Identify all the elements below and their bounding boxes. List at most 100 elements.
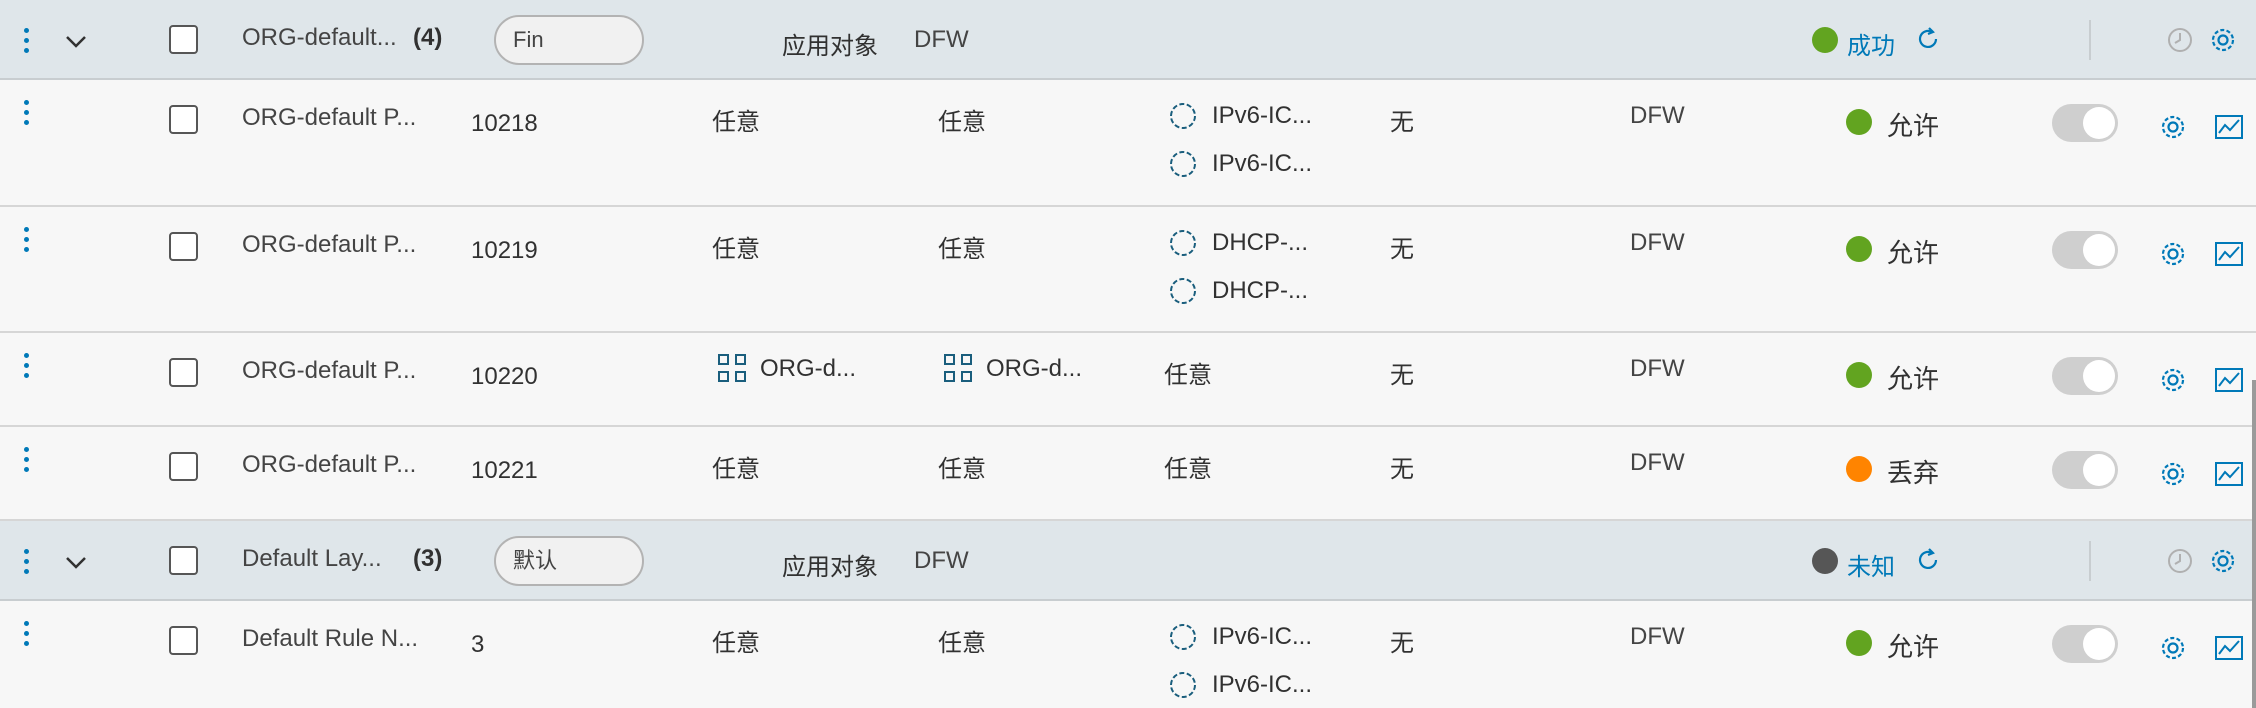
- action-dot: [1846, 362, 1872, 388]
- kebab-menu-icon[interactable]: [24, 549, 30, 579]
- rule-destinations[interactable]: 任意: [938, 229, 986, 264]
- section-rule-count: (4): [413, 24, 443, 51]
- rule-enable-toggle[interactable]: [2052, 357, 2118, 395]
- rule-name[interactable]: ORG-default P...: [242, 231, 416, 259]
- rule-id: 10221: [471, 457, 538, 484]
- rule-service[interactable]: IPv6-IC...: [1212, 102, 1312, 130]
- gear-icon[interactable]: [2158, 459, 2188, 489]
- rule-action[interactable]: 丢弃: [1887, 453, 1939, 490]
- rule-context-profile: 无: [1390, 456, 1414, 483]
- rule-name[interactable]: Default Rule N...: [242, 625, 418, 653]
- status-text[interactable]: 成功: [1847, 26, 1895, 61]
- chart-icon[interactable]: [2214, 634, 2244, 662]
- chevron-down-icon[interactable]: [62, 27, 90, 55]
- gear-icon[interactable]: [2158, 239, 2188, 269]
- status-dot: [1812, 548, 1838, 574]
- kebab-menu-icon[interactable]: [24, 100, 30, 130]
- rule-row[interactable]: ORG-default P... 10218 任意 任意 IPv6-IC... …: [0, 80, 2256, 207]
- vertical-scrollbar[interactable]: [2252, 380, 2256, 708]
- chevron-down-icon[interactable]: [62, 548, 90, 576]
- rule-service[interactable]: IPv6-IC...: [1212, 671, 1312, 699]
- rule-id: 10220: [471, 363, 538, 390]
- rule-enable-toggle[interactable]: [2052, 451, 2118, 489]
- section-name[interactable]: ORG-default...: [242, 24, 397, 52]
- section-checkbox[interactable]: [169, 546, 198, 575]
- action-dot: [1846, 630, 1872, 656]
- rule-action[interactable]: 允许: [1887, 627, 1939, 664]
- rule-service[interactable]: IPv6-IC...: [1212, 150, 1312, 178]
- rule-sources[interactable]: 任意: [712, 229, 760, 264]
- rule-sources[interactable]: ORG-d...: [760, 355, 856, 383]
- section-name[interactable]: Default Lay...: [242, 545, 382, 573]
- rule-service[interactable]: DHCP-...: [1212, 229, 1308, 257]
- rule-destinations[interactable]: 任意: [938, 449, 986, 484]
- rule-destinations[interactable]: 任意: [938, 102, 986, 137]
- group-icon: [944, 354, 972, 382]
- kebab-menu-icon[interactable]: [24, 353, 30, 383]
- rule-sources[interactable]: 任意: [712, 102, 760, 137]
- clock-icon: [2168, 28, 2192, 52]
- rule-destinations[interactable]: ORG-d...: [986, 355, 1082, 383]
- rule-row[interactable]: ORG-default P... 10219 任意 任意 DHCP-... DH…: [0, 207, 2256, 333]
- rule-action[interactable]: 允许: [1887, 359, 1939, 396]
- kebab-menu-icon[interactable]: [24, 621, 30, 651]
- kebab-menu-icon[interactable]: [24, 447, 30, 477]
- chart-icon[interactable]: [2214, 113, 2244, 141]
- rule-service[interactable]: DHCP-...: [1212, 277, 1308, 305]
- refresh-icon[interactable]: [1914, 25, 1942, 53]
- refresh-icon[interactable]: [1914, 546, 1942, 574]
- divider: [2089, 541, 2091, 581]
- gear-icon[interactable]: [2158, 633, 2188, 663]
- rule-name[interactable]: ORG-default P...: [242, 104, 416, 132]
- rule-applied-to: DFW: [1630, 449, 1685, 476]
- rule-context-profile: 无: [1390, 109, 1414, 136]
- service-gear-icon: [1170, 151, 1196, 177]
- rule-checkbox[interactable]: [169, 232, 198, 261]
- policy-section-row[interactable]: Default Lay... (3) 默认 应用对象 DFW 未知: [0, 521, 2256, 601]
- rule-row[interactable]: Default Rule N... 3 任意 任意 IPv6-IC... IPv…: [0, 601, 2256, 708]
- rule-row[interactable]: ORG-default P... 10220 ORG-d... ORG-d...…: [0, 333, 2256, 427]
- applied-to-label: 应用对象: [782, 554, 878, 581]
- rule-checkbox[interactable]: [169, 358, 198, 387]
- section-checkbox[interactable]: [169, 25, 198, 54]
- rule-checkbox[interactable]: [169, 452, 198, 481]
- rule-enable-toggle[interactable]: [2052, 625, 2118, 663]
- gear-icon[interactable]: [2208, 25, 2238, 55]
- status-text[interactable]: 未知: [1847, 547, 1895, 582]
- rule-service[interactable]: IPv6-IC...: [1212, 623, 1312, 651]
- rule-row[interactable]: ORG-default P... 10221 任意 任意 任意 无 DFW 丢弃: [0, 427, 2256, 521]
- rule-checkbox[interactable]: [169, 105, 198, 134]
- kebab-menu-icon[interactable]: [24, 28, 30, 58]
- service-gear-icon: [1170, 103, 1196, 129]
- action-dot: [1846, 109, 1872, 135]
- rule-checkbox[interactable]: [169, 626, 198, 655]
- section-rule-count: (3): [413, 545, 443, 572]
- rule-context-profile: 无: [1390, 630, 1414, 657]
- service-gear-icon: [1170, 672, 1196, 698]
- applied-to-label: 应用对象: [782, 33, 878, 60]
- chart-icon[interactable]: [2214, 240, 2244, 268]
- kebab-menu-icon[interactable]: [24, 227, 30, 257]
- service-gear-icon: [1170, 624, 1196, 650]
- policy-section-row[interactable]: ORG-default... (4) Fin 应用对象 DFW 成功: [0, 0, 2256, 80]
- rule-action[interactable]: 允许: [1887, 233, 1939, 270]
- gear-icon[interactable]: [2158, 365, 2188, 395]
- rule-action[interactable]: 允许: [1887, 106, 1939, 143]
- rule-id: 10218: [471, 110, 538, 137]
- rule-name[interactable]: ORG-default P...: [242, 357, 416, 385]
- rule-name[interactable]: ORG-default P...: [242, 451, 416, 479]
- gear-icon[interactable]: [2208, 546, 2238, 576]
- chart-icon[interactable]: [2214, 366, 2244, 394]
- rule-sources[interactable]: 任意: [712, 623, 760, 658]
- rule-enable-toggle[interactable]: [2052, 231, 2118, 269]
- rule-service[interactable]: 任意: [1164, 355, 1212, 390]
- chart-icon[interactable]: [2214, 460, 2244, 488]
- rule-applied-to: DFW: [1630, 355, 1685, 382]
- status-dot: [1812, 27, 1838, 53]
- rule-service[interactable]: 任意: [1164, 449, 1212, 484]
- gear-icon[interactable]: [2158, 112, 2188, 142]
- rule-enable-toggle[interactable]: [2052, 104, 2118, 142]
- rule-sources[interactable]: 任意: [712, 449, 760, 484]
- rule-destinations[interactable]: 任意: [938, 623, 986, 658]
- category-pill: Fin: [494, 15, 644, 65]
